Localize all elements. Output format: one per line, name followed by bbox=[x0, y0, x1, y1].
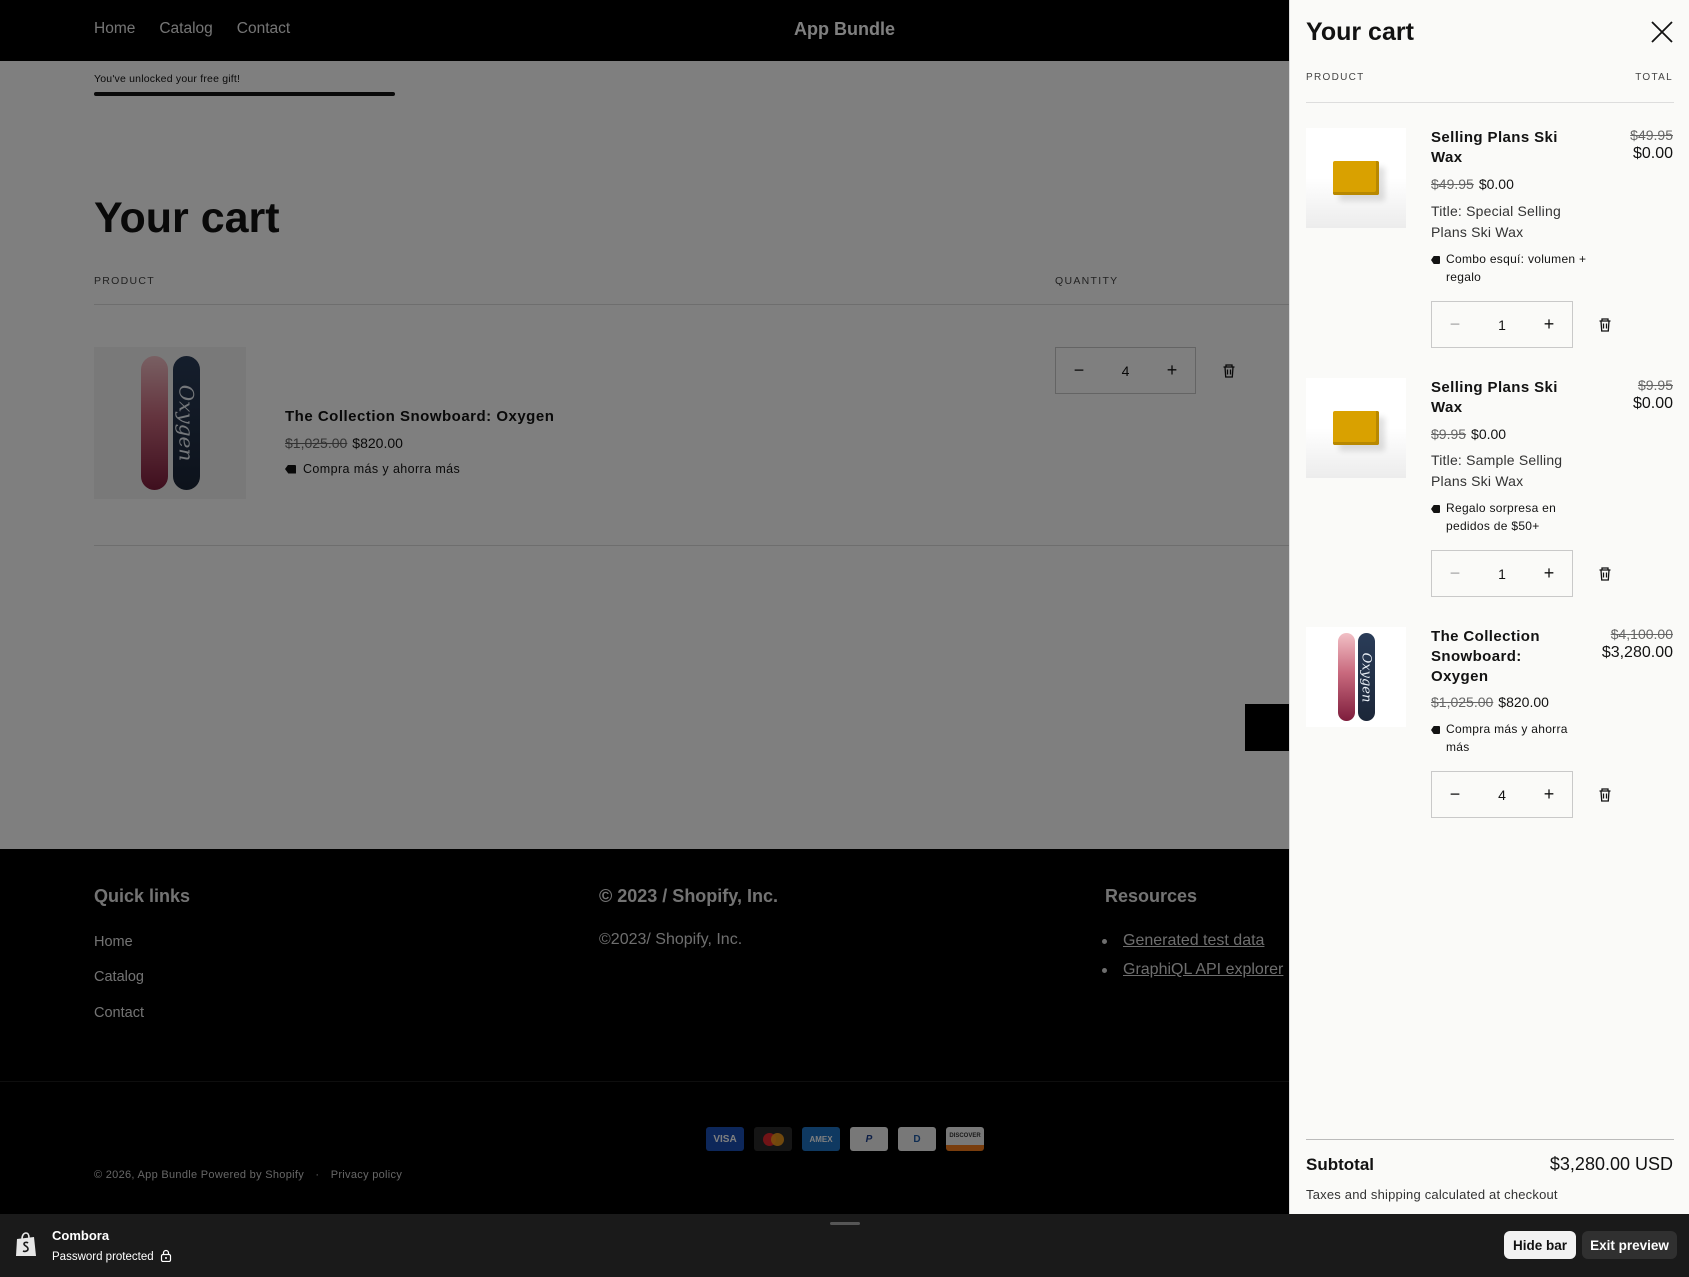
tag-icon bbox=[1431, 726, 1440, 734]
drawer-item-discount: Compra más y ahorra más bbox=[1431, 720, 1571, 756]
drawer-item-price: $1,025.00 $820.00 bbox=[1431, 694, 1549, 710]
line-total: $0.00 bbox=[1632, 145, 1673, 162]
exit-preview-button[interactable]: Exit preview bbox=[1582, 1231, 1677, 1259]
cart-drawer: Your cart PRODUCT TOTAL Selling Plans Sk… bbox=[1289, 0, 1689, 1214]
drawer-item-variant: Title: Sample Selling Plans Ski Wax bbox=[1431, 452, 1563, 489]
password-status: Password protected bbox=[52, 1249, 172, 1265]
increase-quantity-button[interactable]: + bbox=[1540, 563, 1558, 584]
drawer-item-total: $4,100.00 $3,280.00 bbox=[1602, 626, 1673, 662]
drawer-item-name[interactable]: The Collection Snowboard: Oxygen bbox=[1431, 627, 1561, 687]
original-total: $4,100.00 bbox=[1610, 626, 1673, 642]
subtotal-value: $3,280.00 USD bbox=[1549, 1154, 1673, 1174]
drawer-item-image[interactable] bbox=[1306, 378, 1406, 478]
shopify-bag-icon bbox=[14, 1232, 38, 1258]
discount-text: Regalo sorpresa en pedidos de $50+ bbox=[1446, 501, 1557, 533]
board-logo-text: Oxygen bbox=[1358, 652, 1374, 702]
snowboard-navy: Oxygen bbox=[1357, 633, 1375, 721]
original-price: $1,025.00 bbox=[1431, 694, 1494, 710]
lock-icon bbox=[160, 1249, 172, 1265]
preview-bar: Combora Password protected Hide bar Exit… bbox=[0, 1214, 1689, 1277]
drawer-quantity-stepper: − 4 + bbox=[1431, 771, 1573, 818]
drawer-quantity-stepper: − 1 + bbox=[1431, 550, 1573, 597]
discount-text: Combo esquí: volumen + regalo bbox=[1446, 252, 1587, 284]
quantity-value[interactable]: 1 bbox=[1498, 566, 1506, 582]
drawer-item-name[interactable]: Selling Plans Ski Wax bbox=[1431, 378, 1571, 418]
tag-icon bbox=[1431, 256, 1440, 264]
discount-text: Compra más y ahorra más bbox=[1446, 722, 1568, 754]
increase-quantity-button[interactable]: + bbox=[1540, 314, 1558, 335]
hide-bar-button[interactable]: Hide bar bbox=[1504, 1231, 1576, 1259]
tax-note: Taxes and shipping calculated at checkou… bbox=[1306, 1187, 1558, 1202]
drawer-item-price: $49.95 $0.00 bbox=[1431, 176, 1514, 192]
sale-price: $0.00 bbox=[1471, 426, 1507, 442]
drawer-item-total: $9.95 $0.00 bbox=[1633, 377, 1673, 413]
drawer-column-product: PRODUCT bbox=[1306, 72, 1365, 83]
line-total: $0.00 bbox=[1632, 395, 1673, 412]
original-total: $9.95 bbox=[1637, 377, 1673, 393]
trash-icon[interactable] bbox=[1598, 788, 1612, 802]
drawer-item-image[interactable] bbox=[1306, 128, 1406, 228]
decrease-quantity-button[interactable]: − bbox=[1446, 314, 1464, 335]
quantity-value[interactable]: 1 bbox=[1498, 317, 1506, 333]
store-name: Combora bbox=[52, 1228, 110, 1243]
drawer-item-total: $49.95 $0.00 bbox=[1630, 127, 1673, 163]
trash-icon[interactable] bbox=[1598, 318, 1612, 332]
quantity-value[interactable]: 4 bbox=[1498, 787, 1506, 803]
drawer-item-discount: Combo esquí: volumen + regalo bbox=[1431, 250, 1601, 286]
line-total: $3,280.00 bbox=[1601, 644, 1673, 661]
drawer-item-image[interactable]: Oxygen bbox=[1306, 627, 1406, 727]
sale-price: $820.00 bbox=[1498, 694, 1549, 710]
sale-price: $0.00 bbox=[1478, 176, 1514, 192]
drawer-item-variant: Title: Special Selling Plans Ski Wax bbox=[1431, 203, 1561, 240]
original-total: $49.95 bbox=[1630, 127, 1673, 143]
password-status-text: Password protected bbox=[52, 1251, 154, 1263]
trash-icon[interactable] bbox=[1598, 567, 1612, 581]
decrease-quantity-button[interactable]: − bbox=[1446, 784, 1464, 805]
drawer-divider bbox=[1306, 102, 1674, 103]
drawer-item-discount: Regalo sorpresa en pedidos de $50+ bbox=[1431, 499, 1601, 535]
ski-wax-image bbox=[1333, 411, 1379, 445]
drag-handle[interactable] bbox=[830, 1222, 860, 1225]
decrease-quantity-button[interactable]: − bbox=[1446, 563, 1464, 584]
drawer-column-total: TOTAL bbox=[1635, 72, 1673, 83]
original-price: $49.95 bbox=[1431, 176, 1474, 192]
original-price: $9.95 bbox=[1431, 426, 1467, 442]
close-icon[interactable] bbox=[1650, 20, 1674, 44]
drawer-quantity-stepper: − 1 + bbox=[1431, 301, 1573, 348]
drawer-title: Your cart bbox=[1306, 18, 1414, 46]
drawer-item-name[interactable]: Selling Plans Ski Wax bbox=[1431, 128, 1571, 168]
drawer-footer-divider bbox=[1306, 1139, 1674, 1140]
snowboard-pink bbox=[1337, 633, 1355, 721]
ski-wax-image bbox=[1333, 161, 1379, 195]
increase-quantity-button[interactable]: + bbox=[1540, 784, 1558, 805]
tag-icon bbox=[1431, 505, 1440, 513]
drawer-item-price: $9.95 $0.00 bbox=[1431, 426, 1506, 442]
subtotal-label: Subtotal bbox=[1306, 1155, 1374, 1174]
